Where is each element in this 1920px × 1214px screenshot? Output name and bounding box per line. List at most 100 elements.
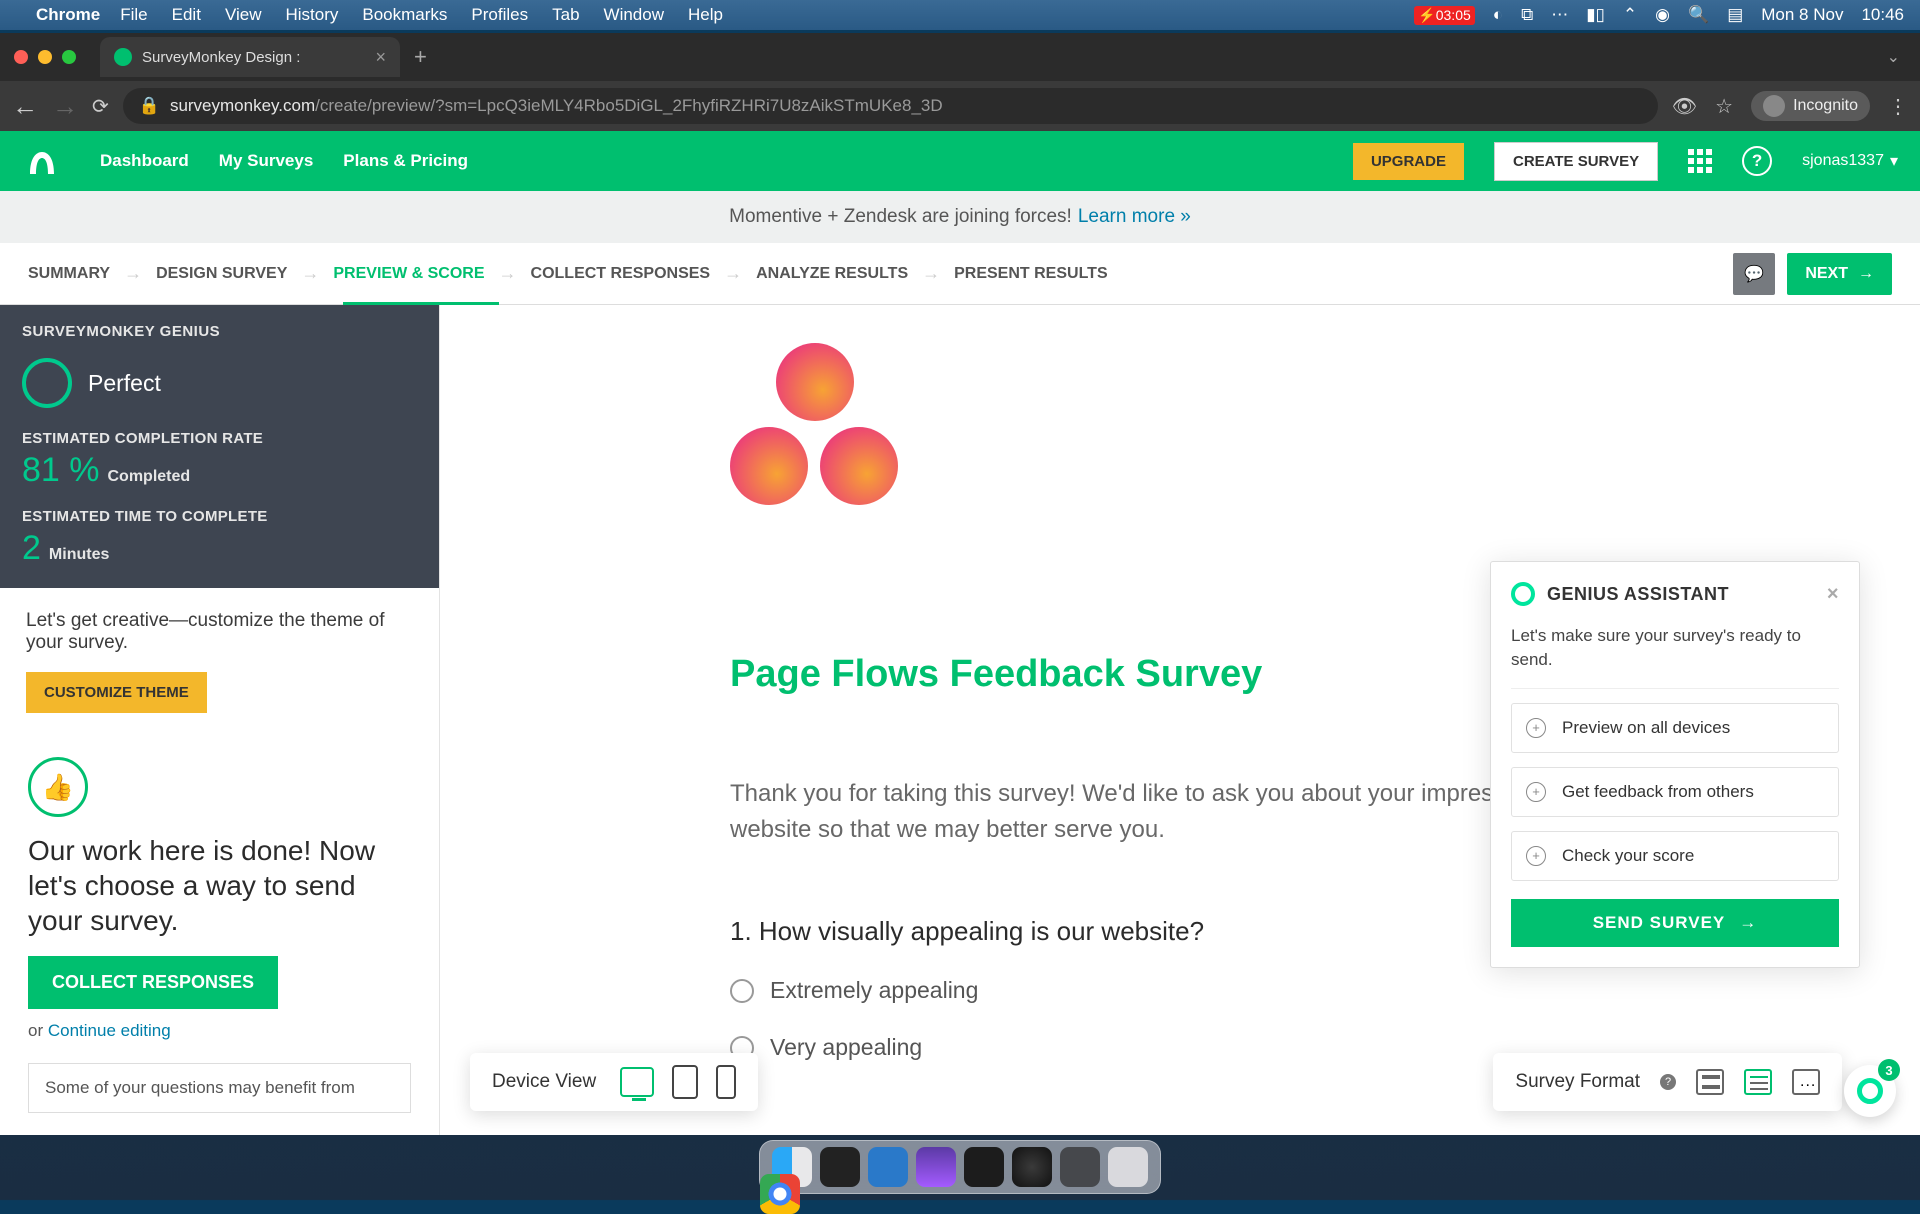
assistant-task-feedback[interactable]: +Get feedback from others bbox=[1511, 767, 1839, 817]
menubar-app-name[interactable]: Chrome bbox=[36, 5, 100, 25]
wifi-icon[interactable]: ⌃ bbox=[1623, 5, 1637, 25]
score-label: Perfect bbox=[88, 370, 161, 397]
reload-button[interactable]: ⟳ bbox=[92, 94, 109, 119]
menu-history[interactable]: History bbox=[285, 5, 338, 25]
dock-app-icon[interactable] bbox=[964, 1147, 1004, 1187]
tabs-dropdown-icon[interactable]: ⌄ bbox=[1887, 47, 1900, 67]
send-survey-button[interactable]: SEND SURVEY→ bbox=[1511, 899, 1839, 947]
browser-tab[interactable]: SurveyMonkey Design : × bbox=[100, 37, 400, 77]
close-tab-icon[interactable]: × bbox=[375, 47, 386, 68]
dock-obs-icon[interactable] bbox=[1012, 1147, 1052, 1187]
dock-trash-icon[interactable] bbox=[1108, 1147, 1148, 1187]
step-summary[interactable]: SUMMARY→ bbox=[28, 263, 142, 284]
assistant-intro: Let's make sure your survey's ready to s… bbox=[1511, 624, 1839, 689]
task-label: Preview on all devices bbox=[1562, 718, 1730, 738]
completion-rate-label: ESTIMATED COMPLETION RATE bbox=[22, 430, 417, 447]
apps-grid-icon[interactable] bbox=[1688, 149, 1712, 173]
dock-app-icon[interactable] bbox=[916, 1147, 956, 1187]
surveymonkey-logo-icon[interactable] bbox=[22, 146, 62, 176]
arrow-right-icon: → bbox=[499, 263, 517, 284]
nav-plans-pricing[interactable]: Plans & Pricing bbox=[343, 151, 468, 171]
status-icon-1[interactable]: ◐ bbox=[1493, 5, 1503, 25]
step-analyze-results[interactable]: ANALYZE RESULTS→ bbox=[756, 263, 940, 284]
device-tablet-icon[interactable] bbox=[672, 1065, 698, 1099]
menu-window[interactable]: Window bbox=[604, 5, 664, 25]
arrow-right-icon: → bbox=[124, 263, 142, 284]
assistant-task-preview[interactable]: + Preview on all devices bbox=[1511, 703, 1839, 753]
lock-icon[interactable]: 🔒 bbox=[139, 96, 160, 116]
menu-view[interactable]: View bbox=[225, 5, 262, 25]
chrome-menu-icon[interactable]: ⋮ bbox=[1888, 94, 1908, 119]
format-one-question-icon[interactable] bbox=[1696, 1069, 1724, 1095]
fullscreen-window-icon[interactable] bbox=[62, 50, 76, 64]
genius-assistant-panel: GENIUS ASSISTANT × Let's make sure your … bbox=[1490, 561, 1860, 968]
nav-my-surveys[interactable]: My Surveys bbox=[219, 151, 314, 171]
assistant-task-score[interactable]: +Check your score bbox=[1511, 831, 1839, 881]
device-view-toolbar: Device View bbox=[470, 1053, 758, 1111]
new-tab-button[interactable]: + bbox=[414, 44, 427, 70]
banner-learn-more-link[interactable]: Learn more » bbox=[1078, 206, 1191, 228]
status-icon-3[interactable]: ⋯ bbox=[1551, 5, 1568, 25]
bookmark-star-icon[interactable]: ☆ bbox=[1715, 94, 1733, 119]
dock-terminal-icon[interactable] bbox=[820, 1147, 860, 1187]
genius-title: SURVEYMONKEY GENIUS bbox=[22, 323, 417, 340]
step-design-survey[interactable]: DESIGN SURVEY→ bbox=[156, 263, 319, 284]
device-phone-icon[interactable] bbox=[716, 1065, 736, 1099]
forward-button[interactable]: → bbox=[52, 91, 78, 122]
menu-file[interactable]: File bbox=[120, 5, 147, 25]
menubar-date[interactable]: Mon 8 Nov bbox=[1761, 5, 1843, 25]
help-small-icon[interactable]: ? bbox=[1660, 1074, 1676, 1090]
battery-status-icon[interactable]: ⚡03:05 bbox=[1414, 6, 1474, 25]
step-preview-score[interactable]: PREVIEW & SCORE→ bbox=[333, 263, 516, 284]
menu-help[interactable]: Help bbox=[688, 5, 723, 25]
menu-edit[interactable]: Edit bbox=[172, 5, 201, 25]
macos-menubar: Chrome File Edit View History Bookmarks … bbox=[0, 0, 1920, 30]
control-center-icon[interactable]: ◉ bbox=[1655, 5, 1670, 25]
format-classic-icon[interactable] bbox=[1744, 1069, 1772, 1095]
menu-profiles[interactable]: Profiles bbox=[471, 5, 528, 25]
url-domain: surveymonkey.com bbox=[170, 96, 315, 115]
menubar-time[interactable]: 10:46 bbox=[1861, 5, 1904, 25]
assistant-fab-ring-icon bbox=[1857, 1078, 1883, 1104]
nav-dashboard[interactable]: Dashboard bbox=[100, 151, 189, 171]
assistant-fab[interactable]: 3 bbox=[1844, 1065, 1896, 1117]
step-present-results[interactable]: PRESENT RESULTS bbox=[954, 265, 1108, 283]
minimize-window-icon[interactable] bbox=[38, 50, 52, 64]
format-conversation-icon[interactable] bbox=[1792, 1069, 1820, 1095]
dock-chrome-icon[interactable] bbox=[760, 1174, 800, 1214]
dock-settings-icon[interactable] bbox=[1060, 1147, 1100, 1187]
user-menu[interactable]: sjonas1337▾ bbox=[1802, 151, 1898, 171]
menu-tab[interactable]: Tab bbox=[552, 5, 579, 25]
menu-bookmarks[interactable]: Bookmarks bbox=[362, 5, 447, 25]
eye-off-icon[interactable]: 👁︎ bbox=[1672, 94, 1697, 119]
next-label: NEXT bbox=[1805, 265, 1848, 283]
dock-vscode-icon[interactable] bbox=[868, 1147, 908, 1187]
siri-icon[interactable]: ▤ bbox=[1727, 5, 1743, 25]
survey-format-label: Survey Format bbox=[1515, 1071, 1640, 1093]
battery-icon[interactable]: ▮▯ bbox=[1586, 5, 1605, 25]
completion-rate-suffix: Completed bbox=[108, 468, 191, 486]
back-button[interactable]: ← bbox=[12, 91, 38, 122]
help-icon[interactable]: ? bbox=[1742, 146, 1772, 176]
answer-option[interactable]: Extremely appealing bbox=[730, 977, 1630, 1004]
status-icon-2[interactable]: ⧉ bbox=[1521, 5, 1533, 25]
step-collect-responses[interactable]: COLLECT RESPONSES→ bbox=[531, 263, 743, 284]
next-button[interactable]: NEXT→ bbox=[1787, 253, 1892, 295]
upgrade-button[interactable]: UPGRADE bbox=[1353, 143, 1464, 180]
close-window-icon[interactable] bbox=[14, 50, 28, 64]
address-bar[interactable]: 🔒 surveymonkey.com/create/preview/?sm=Lp… bbox=[123, 88, 1658, 124]
device-desktop-icon[interactable] bbox=[620, 1067, 654, 1097]
customize-theme-button[interactable]: CUSTOMIZE THEME bbox=[26, 672, 207, 713]
incognito-badge[interactable]: Incognito bbox=[1751, 91, 1870, 121]
comment-button[interactable]: 💬 bbox=[1733, 253, 1775, 295]
customize-intro: Let's get creative—customize the theme o… bbox=[26, 610, 413, 654]
continue-editing-link[interactable]: Continue editing bbox=[48, 1021, 171, 1040]
device-view-label: Device View bbox=[492, 1071, 596, 1093]
arrow-right-icon: → bbox=[922, 263, 940, 284]
create-survey-button[interactable]: CREATE SURVEY bbox=[1494, 142, 1658, 181]
spotlight-icon[interactable]: 🔍 bbox=[1688, 5, 1709, 25]
plus-circle-icon: + bbox=[1526, 718, 1546, 738]
collect-responses-button[interactable]: COLLECT RESPONSES bbox=[28, 956, 278, 1009]
chrome-toolbar: ← → ⟳ 🔒 surveymonkey.com/create/preview/… bbox=[0, 81, 1920, 131]
close-assistant-icon[interactable]: × bbox=[1827, 583, 1839, 606]
